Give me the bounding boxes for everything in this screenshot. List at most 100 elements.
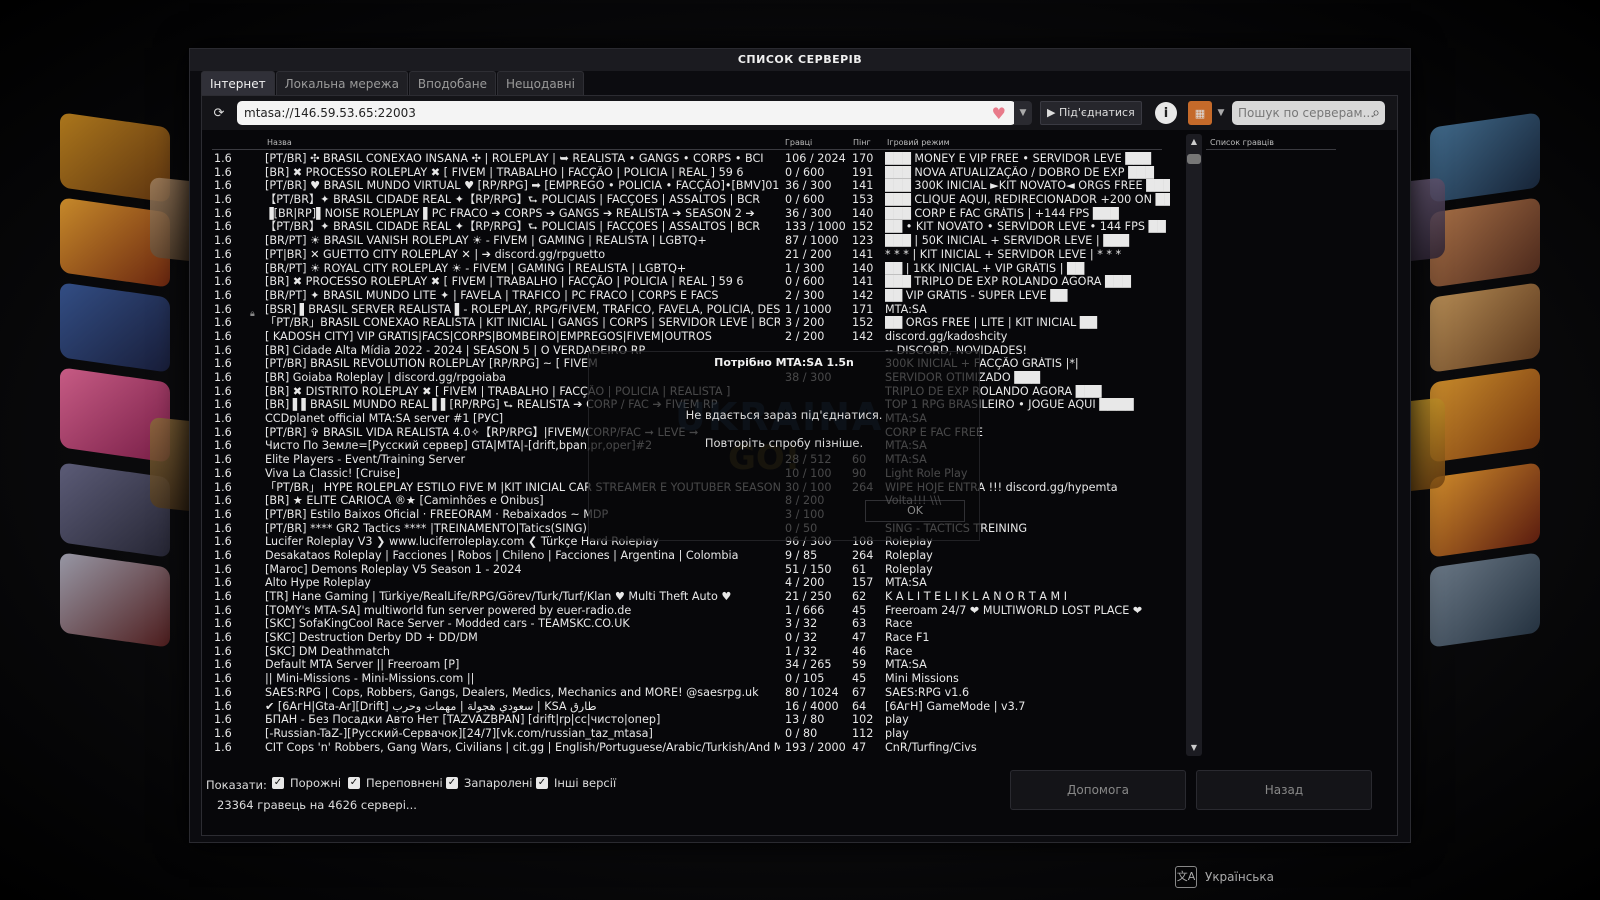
error-dialog: Потрібно MTA:SA 1.5n Не вдається зараз п… <box>588 351 980 541</box>
server-gamemode: ██ • KIT NOVATO • SERVIDOR LEVE • 144 FP… <box>885 220 1166 234</box>
server-row[interactable]: 1.6 || Mini-Missions - Mini-Missions.com … <box>212 672 1172 686</box>
heart-icon[interactable]: ♥ <box>992 102 1006 126</box>
server-row[interactable]: 1.6 [BR] ✖ PROCESSO ROLEPLAY ✖ [ FIVEM |… <box>212 275 1172 289</box>
search-icon[interactable]: ⌕ <box>1372 101 1380 125</box>
server-ping: 153 <box>852 193 874 207</box>
server-version: 1.6 <box>214 275 232 289</box>
search-input[interactable]: Пошук по серверам... ⌕ <box>1232 101 1385 125</box>
server-row[interactable]: 1.6 [TOMY's MTA-SA] multiworld fun server… <box>212 604 1172 618</box>
server-row[interactable]: 1.6 [BR/PT] ☀ BRASIL VANISH ROLEPLAY ☀ - … <box>212 234 1172 248</box>
server-row[interactable]: 1.6 БПАН - Без Посадки Авто Нет [TAZVAZBP… <box>212 713 1172 727</box>
server-row[interactable]: 1.6 [PT/BR] ✣ BRASIL CONEXAO INSANA ✣ | R… <box>212 152 1172 166</box>
server-row[interactable]: 1.6 Alto Hype Roleplay 4 / 200 157 MTA:SA <box>212 576 1172 590</box>
server-players: 4 / 200 <box>785 576 825 590</box>
column-header-ping[interactable]: Пінг <box>853 138 871 147</box>
server-ping: 45 <box>852 603 867 617</box>
language-selector[interactable]: 文A Українська <box>1175 866 1274 888</box>
server-name: 「PT/BR」BRASIL CONEXAO REALISTA | KIT INI… <box>265 316 780 330</box>
checkbox-checked-icon: ✓ <box>446 777 458 789</box>
back-button[interactable]: Назад <box>1196 770 1372 810</box>
column-header-name[interactable]: Назва <box>267 138 292 147</box>
server-name: [SKC] Destruction Derby DD + DD/DM <box>265 631 478 645</box>
server-row[interactable]: 1.6 [BR/PT] ☀ ROYAL CITY ROLEPLAY ☀ - FIV… <box>212 262 1172 276</box>
server-name: 【PT/BR】✦ BRASIL CIDADE REAL ✦【RP/RPG】⮑ P… <box>265 220 761 234</box>
server-players: 193 / 2000 <box>785 740 846 754</box>
dialog-ok-button[interactable]: OK <box>865 500 965 522</box>
server-gamemode: Race <box>885 644 913 658</box>
dialog-message-secondary: Повторіть спробу пізніше. <box>704 436 864 450</box>
filter-dropdown-chevron-icon[interactable]: ▼ <box>1214 101 1228 125</box>
server-row[interactable]: 1.6 Desakataos Roleplay | Facciones | Rob… <box>212 549 1172 563</box>
checkbox-checked-icon: ✓ <box>536 777 548 789</box>
server-row[interactable]: 1.6 SAES:RPG | Cops, Robbers, Gangs, Deal… <box>212 686 1172 700</box>
server-row[interactable]: 1.6 [-Russian-TaZ-][Русский-Сервачок][24/… <box>212 727 1172 741</box>
server-gamemode: ███ CLIQUE AQUI, REDIRECIONADOR +200 ON … <box>885 193 1170 207</box>
scroll-down-icon[interactable]: ▼ <box>1186 740 1202 756</box>
server-players: 2 / 300 <box>785 288 825 302</box>
server-gamemode: Race <box>885 617 913 631</box>
server-row[interactable]: 1.6 CIT Cops 'n' Robbers, Gang Wars, Civi… <box>212 741 1172 755</box>
server-ping: 264 <box>852 548 874 562</box>
server-row[interactable]: 1.6 [PT|BR] ✕ GUETTO CITY ROLEPLAY ✕ | ➔ … <box>212 248 1172 262</box>
server-ping: 45 <box>852 672 867 686</box>
tab-local-network[interactable]: Локальна мережа <box>275 71 408 95</box>
server-players: 36 / 300 <box>785 206 832 220</box>
filter-icon[interactable]: ▦ <box>1188 101 1212 125</box>
server-row[interactable]: 1.6 ▐[BR|RP]▌NOISE ROLEPLAY ▌PC FRACO ➔ C… <box>212 207 1172 221</box>
scroll-thumb[interactable] <box>1187 154 1201 164</box>
server-row[interactable]: 1.6 [SKC] Destruction Derby DD + DD/DM 0 /… <box>212 631 1172 645</box>
column-header-mode[interactable]: Ігровий режим <box>887 138 950 147</box>
server-gamemode: ██ | 1KK INICIAL + VIP GRÁTIS | ██ <box>885 261 1085 275</box>
server-gamemode: ██ ORGS FREE | LITE | KIT INICIAL ██ <box>885 316 1097 330</box>
column-header-players[interactable]: Гравці <box>785 138 812 147</box>
tab-favorites[interactable]: Вподобане <box>408 71 496 95</box>
server-name: Default MTA Server || Freeroam [P] <box>265 658 460 672</box>
address-history-dropdown[interactable]: ▼ <box>1014 101 1032 125</box>
refresh-icon[interactable]: ⟳ <box>207 101 231 125</box>
server-row[interactable]: 1.6 [ KADOSH CITY] VIP GRATIS|FACS|CORPS|… <box>212 330 1172 344</box>
server-ping: 64 <box>852 699 867 713</box>
server-row[interactable]: 1.6 ✔ [6AгH|Gta-Ar][Drift] سعودي هجولة | … <box>212 700 1172 714</box>
server-row[interactable]: 1.6 [Maroc] Demons Roleplay V5 Season 1 -… <box>212 563 1172 577</box>
server-row[interactable]: 1.6 「PT/BR」BRASIL CONEXAO REALISTA | KIT … <box>212 316 1172 330</box>
checkbox-full[interactable]: ✓ Переповнені <box>348 776 443 790</box>
help-button[interactable]: Допомога <box>1010 770 1186 810</box>
connect-button[interactable]: ▶ Під'єднатися <box>1040 101 1142 125</box>
server-gamemode: Mini Missions <box>885 672 959 686</box>
server-row[interactable]: 1.6 [BSR] ▌BRASIL SERVER REALISTA ▌- ROLE… <box>212 303 1172 317</box>
address-input[interactable]: mtasa://146.59.53.65:22003 ♥ <box>237 101 1016 125</box>
server-players: 3 / 32 <box>785 617 818 631</box>
server-name: [PT/BR] ♥ BRASIL MUNDO VIRTUAL ♥ [RP/RPG… <box>265 179 780 193</box>
server-name: [BR] ✖ PROCESSO ROLEPLAY ✖ [ FIVEM | TRA… <box>265 165 744 179</box>
tab-recent[interactable]: Нещодавні <box>496 71 584 95</box>
tab-internet[interactable]: Інтернет <box>201 71 275 95</box>
server-row[interactable]: 1.6 Default MTA Server || Freeroam [P] 34 … <box>212 658 1172 672</box>
server-version: 1.6 <box>214 466 232 480</box>
checkbox-checked-icon: ✓ <box>272 777 284 789</box>
server-version: 1.6 <box>214 535 232 549</box>
server-row[interactable]: 1.6 [SKC] DM Deathmatch 1 / 32 46 Race <box>212 645 1172 659</box>
info-icon[interactable]: i <box>1155 102 1177 124</box>
scroll-up-icon[interactable]: ▲ <box>1186 134 1202 150</box>
server-row[interactable]: 1.6 [BR] ✖ PROCESSO ROLEPLAY ✖ [ FIVEM | … <box>212 166 1172 180</box>
server-ping: 123 <box>852 234 874 248</box>
checkbox-empty[interactable]: ✓ Порожні <box>272 776 341 790</box>
server-row[interactable]: 1.6 【PT/BR】✦ BRASIL CIDADE REAL ✦【RP/RPG】… <box>212 220 1172 234</box>
server-ping: 102 <box>852 713 874 727</box>
server-row[interactable]: 1.6 [BR/PT] ✦ BRASIL MUNDO LITE ✦ | FAVEL… <box>212 289 1172 303</box>
server-players: 21 / 250 <box>785 590 832 603</box>
server-row[interactable]: 1.6 【PT/BR】✦ BRASIL CIDADE REAL ✦【RP/RPG】… <box>212 193 1172 207</box>
server-version: 1.6 <box>214 316 232 330</box>
server-version: 1.6 <box>214 261 232 275</box>
server-players: 1 / 666 <box>785 603 825 617</box>
server-ping: 170 <box>852 152 874 165</box>
checkbox-other-versions[interactable]: ✓ Інші версії <box>536 776 616 790</box>
checkbox-locked[interactable]: ✓ Запаролені <box>446 776 532 790</box>
server-list-scrollbar[interactable]: ▲ ▼ <box>1186 134 1202 756</box>
server-row[interactable]: 1.6 [SKC] SofaKingCool Race Server - Modd… <box>212 617 1172 631</box>
server-ping: 141 <box>852 275 874 289</box>
server-name: [BR] ✖ PROCESSO ROLEPLAY ✖ [ FIVEM | TRA… <box>265 275 744 289</box>
server-version: 1.6 <box>214 494 232 508</box>
server-row[interactable]: 1.6 [PT/BR] ♥ BRASIL MUNDO VIRTUAL ♥ [RP/… <box>212 179 1172 193</box>
server-row[interactable]: 1.6 [TR] Hane Gaming | Türkiye/RealLife/R… <box>212 590 1172 604</box>
